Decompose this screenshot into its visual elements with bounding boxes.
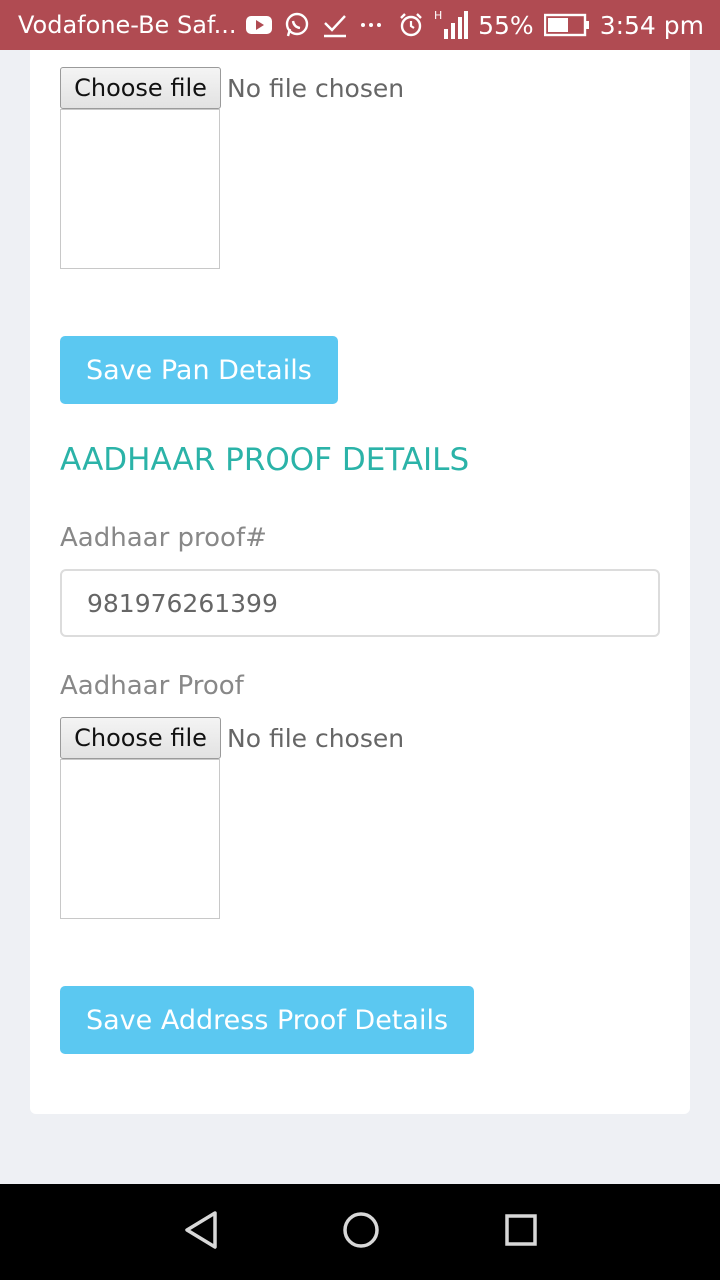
save-pan-details-button[interactable]: Save Pan Details xyxy=(60,336,338,404)
aadhaar-section-heading: AADHAAR PROOF DETAILS xyxy=(60,442,470,478)
battery-icon xyxy=(543,13,590,37)
more-icon xyxy=(360,21,382,29)
pan-choose-file-button[interactable]: Choose file xyxy=(60,67,221,109)
alarm-icon xyxy=(398,12,424,38)
aadhaar-file-input[interactable]: Choose file No file chosen xyxy=(60,717,404,759)
youtube-icon xyxy=(246,15,273,35)
signal-icon: H xyxy=(434,9,469,41)
pan-file-input[interactable]: Choose file No file chosen xyxy=(60,67,404,109)
clock: 3:54 pm xyxy=(599,10,704,40)
checkmark-icon xyxy=(322,12,348,38)
carrier-name: Vodafone-Be Saf... xyxy=(18,11,237,39)
aadhaar-proof-label: Aadhaar Proof xyxy=(60,671,244,701)
aadhaar-choose-file-button[interactable]: Choose file xyxy=(60,717,221,759)
svg-text:H: H xyxy=(434,9,442,22)
battery-percent: 55% xyxy=(478,10,534,40)
aadhaar-file-status: No file chosen xyxy=(227,723,405,753)
recents-button[interactable] xyxy=(481,1184,561,1280)
back-button[interactable] xyxy=(161,1184,241,1280)
navigation-bar xyxy=(0,1184,720,1280)
pan-file-status: No file chosen xyxy=(227,73,405,103)
notification-icons xyxy=(246,12,382,38)
pan-preview-box xyxy=(60,109,220,269)
home-icon xyxy=(342,1211,380,1254)
status-bar: Vodafone-Be Saf... H 55% 3:54 pm xyxy=(0,0,720,50)
home-button[interactable] xyxy=(321,1184,401,1280)
save-address-proof-button[interactable]: Save Address Proof Details xyxy=(60,986,475,1054)
back-icon xyxy=(183,1210,219,1255)
aadhaar-preview-box xyxy=(60,759,220,919)
whatsapp-icon xyxy=(284,12,310,38)
aadhaar-number-label: Aadhaar proof# xyxy=(60,523,267,553)
recents-icon xyxy=(504,1213,538,1252)
aadhaar-number-input[interactable]: 981976261399 xyxy=(60,569,660,637)
